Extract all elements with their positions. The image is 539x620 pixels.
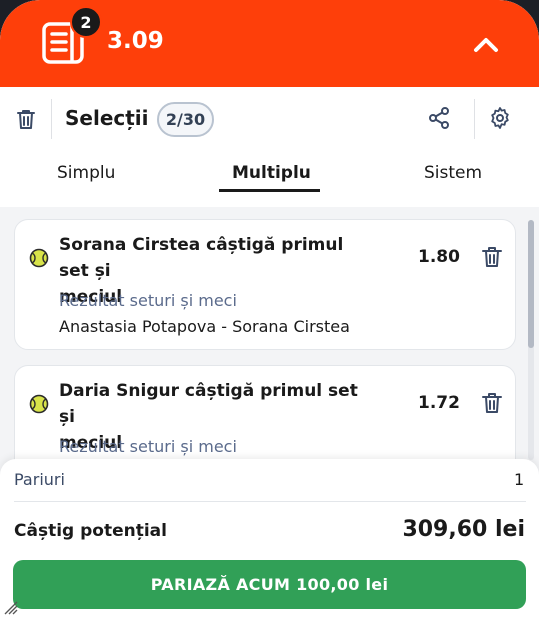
total-odds: 3.09 xyxy=(107,28,164,54)
chevron-up-icon[interactable] xyxy=(470,30,502,58)
tennis-ball-icon xyxy=(29,394,49,414)
divider xyxy=(51,99,52,139)
betslip-toolbar: Selecții 2/30 Simplu Multiplu Sistem xyxy=(0,87,539,207)
divider xyxy=(14,501,526,502)
potential-win-label: Câștig potențial xyxy=(14,521,167,541)
scrollbar-thumb[interactable] xyxy=(528,220,534,348)
tab-simplu[interactable]: Simplu xyxy=(57,163,115,183)
divider xyxy=(474,99,475,139)
selections-count-badge: 2 xyxy=(70,6,102,38)
trash-icon[interactable] xyxy=(14,107,38,131)
market-name: Rezultat seturi și meci xyxy=(59,291,237,310)
share-icon[interactable] xyxy=(427,106,451,130)
tab-sistem[interactable]: Sistem xyxy=(424,163,482,183)
potential-win-value: 309,60 lei xyxy=(402,517,525,542)
bets-label: Pariuri xyxy=(14,470,65,489)
selections-count-pill: 2/30 xyxy=(157,102,214,137)
tab-multiplu[interactable]: Multiplu xyxy=(232,163,311,183)
tennis-ball-icon xyxy=(29,248,49,268)
trash-icon[interactable] xyxy=(481,245,503,269)
trash-icon[interactable] xyxy=(481,391,503,415)
market-name: Rezultat seturi și meci xyxy=(59,437,237,456)
selections-title: Selecții xyxy=(65,106,149,130)
selection-odds: 1.80 xyxy=(418,247,460,267)
selection-odds: 1.72 xyxy=(418,393,460,413)
event-name: Anastasia Potapova - Sorana Cirstea xyxy=(59,317,350,336)
betslip-header[interactable]: 2 3.09 xyxy=(0,0,539,87)
bets-value: 1 xyxy=(514,470,525,489)
active-tab-indicator xyxy=(219,189,320,192)
gear-icon[interactable] xyxy=(488,106,512,130)
resize-handle-icon[interactable] xyxy=(3,600,19,616)
place-bet-button[interactable]: PARIAZĂ ACUM 100,00 lei xyxy=(13,560,526,609)
selection-card: Sorana Cirstea câștigă primul set și mec… xyxy=(14,219,516,350)
bet-type-tabs: Simplu Multiplu Sistem xyxy=(0,163,539,207)
betslip-panel: 2 3.09 Selecții 2/30 Simplu Multiplu Sis… xyxy=(0,0,539,620)
betslip-footer: Pariuri 1 Câștig potențial 309,60 lei PA… xyxy=(0,459,539,620)
